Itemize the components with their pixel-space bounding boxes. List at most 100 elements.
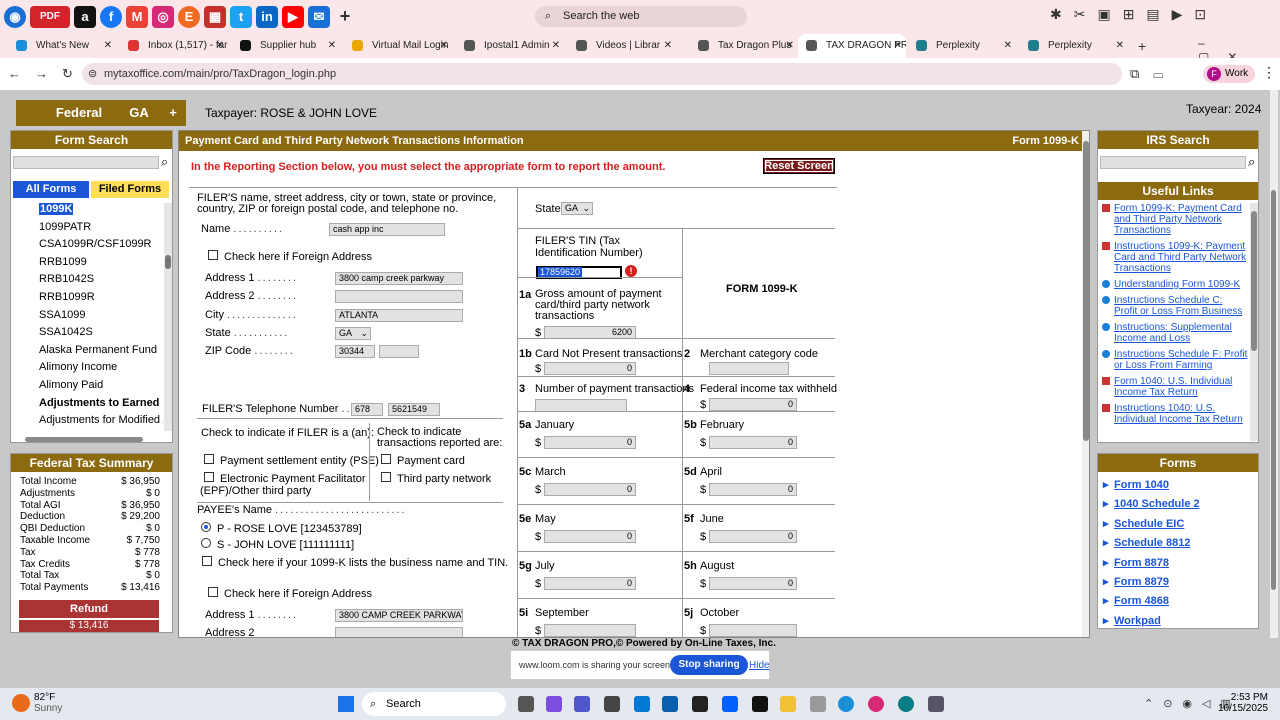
form-list-item[interactable]: 1099PATR: [11, 219, 163, 237]
app-icon[interactable]: [898, 696, 914, 712]
search-web-box[interactable]: ⌕ Search the web: [535, 6, 747, 27]
month-amount-input[interactable]: 0: [544, 530, 636, 543]
close-icon[interactable]: ✕: [664, 34, 672, 58]
add-state-button[interactable]: +: [160, 100, 186, 126]
form-list-item[interactable]: Alimony Paid: [11, 377, 163, 395]
third-party-network-checkbox[interactable]: [381, 472, 391, 482]
taskbar-search[interactable]: ⌕ Search: [362, 692, 506, 716]
browser-tab[interactable]: Supplier hub ✕: [232, 34, 340, 58]
search-icon[interactable]: ⌕: [161, 154, 168, 170]
useful-link[interactable]: Instructions 1099-K: Payment Card and Th…: [1098, 241, 1248, 274]
useful-link[interactable]: Instructions 1040: U.S. Individual Incom…: [1098, 403, 1248, 425]
browser-tab[interactable]: Perplexity ✕: [908, 34, 1016, 58]
month-amount-input[interactable]: 0: [544, 577, 636, 590]
tab-ga[interactable]: GA: [118, 100, 160, 126]
close-icon[interactable]: ✕: [104, 34, 112, 58]
add-bookmark-icon[interactable]: +: [334, 6, 356, 28]
edge-icon[interactable]: [838, 696, 854, 712]
scroll-thumb[interactable]: [1083, 141, 1089, 441]
file-explorer-icon[interactable]: [780, 696, 796, 712]
form-list-item[interactable]: Alaska Permanent Fund: [11, 342, 163, 360]
facebook-icon[interactable]: f: [100, 5, 122, 28]
useful-link[interactable]: Instructions: Supplemental Income and Lo…: [1098, 322, 1248, 344]
close-icon[interactable]: ✕: [894, 34, 902, 58]
filer-zip-input[interactable]: 30344: [335, 345, 375, 358]
business-name-checkbox[interactable]: [202, 556, 212, 566]
extension-icons[interactable]: ⧉▭: [1130, 66, 1177, 82]
phone-number-input[interactable]: 5621549: [388, 403, 440, 416]
weather-widget[interactable]: 82°F Sunny: [34, 692, 62, 714]
box1b-input[interactable]: 0: [544, 362, 636, 375]
close-icon[interactable]: ✕: [786, 34, 794, 58]
close-icon[interactable]: ✕: [440, 34, 448, 58]
browser-tab[interactable]: Tax Dragon Plus ✕: [690, 34, 798, 58]
browser-tab[interactable]: Perplexity ✕: [1020, 34, 1128, 58]
clock[interactable]: 2:53 PM 10/15/2025: [1218, 692, 1268, 714]
amazon-icon[interactable]: [752, 696, 768, 712]
payment-card-checkbox[interactable]: [381, 454, 391, 464]
scroll-thumb[interactable]: [1251, 211, 1257, 351]
gmail-icon[interactable]: M: [126, 5, 148, 28]
form-list-item[interactable]: Adjustments to Earned In: [11, 395, 163, 413]
search-icon[interactable]: ⌕: [1248, 154, 1255, 170]
bookmark-icon[interactable]: ▦: [204, 5, 226, 28]
outlook-icon[interactable]: [634, 696, 650, 712]
form-search-input[interactable]: [13, 156, 159, 169]
tab-all-forms[interactable]: All Forms: [13, 181, 89, 198]
hide-link[interactable]: Hide: [749, 660, 770, 671]
stop-sharing-button[interactable]: Stop sharing: [670, 655, 748, 675]
form-list-item[interactable]: SSA1099: [11, 307, 163, 325]
linkedin-icon[interactable]: in: [256, 5, 278, 28]
month-amount-input[interactable]: [709, 624, 797, 637]
form-list-item[interactable]: Adjustments to Interest: [11, 430, 163, 433]
filer-state-select[interactable]: GA ⌄: [335, 327, 371, 340]
browser-icon[interactable]: [868, 696, 884, 712]
teams-icon[interactable]: [574, 696, 590, 712]
filer-city-input[interactable]: ATLANTA: [335, 309, 463, 322]
reset-screen-button[interactable]: Reset Screen: [763, 158, 835, 174]
close-icon[interactable]: ✕: [328, 34, 336, 58]
links-scrollbar[interactable]: [1250, 203, 1258, 441]
close-icon[interactable]: ✕: [1116, 34, 1124, 58]
browser-tab[interactable]: Virtual Mail Login ✕: [344, 34, 452, 58]
scroll-thumb[interactable]: [1271, 190, 1276, 590]
forms-link[interactable]: Form 4868: [1098, 592, 1258, 612]
filer-address2-input[interactable]: [335, 290, 463, 303]
form-list-item[interactable]: RRB1099R: [11, 289, 163, 307]
tab-filed-forms[interactable]: Filed Forms: [91, 181, 169, 198]
useful-link[interactable]: Understanding Form 1099-K: [1098, 279, 1248, 290]
close-icon[interactable]: ✕: [1004, 34, 1012, 58]
form-list-item[interactable]: RRB1099: [11, 254, 163, 272]
browser-tab[interactable]: What's New ✕: [8, 34, 116, 58]
useful-link[interactable]: Instructions Schedule F: Profit or Loss …: [1098, 349, 1248, 371]
toolbar-icons[interactable]: ✱✂▣⊞▤▶⊡: [1050, 6, 1218, 23]
instagram-icon[interactable]: ◎: [152, 5, 174, 28]
weather-icon[interactable]: [12, 694, 30, 712]
payee-spouse-radio[interactable]: [201, 538, 211, 548]
dropbox-icon[interactable]: [722, 696, 738, 712]
form-list-scrollbar[interactable]: [164, 203, 172, 431]
error-icon[interactable]: !: [625, 265, 637, 277]
form-list-item[interactable]: Alimony Income: [11, 359, 163, 377]
menu-icon[interactable]: ⋮: [1262, 64, 1276, 81]
settings-icon[interactable]: [928, 696, 944, 712]
month-amount-input[interactable]: 0: [544, 436, 636, 449]
nav-icons[interactable]: ←→↻: [8, 66, 87, 82]
browser-tab[interactable]: TAX DRAGON PRO✕: [798, 34, 906, 58]
month-amount-input[interactable]: 0: [709, 530, 797, 543]
form-list-item[interactable]: Adjustments for Modified Ac: [11, 412, 163, 430]
payee-address1-input[interactable]: 3800 CAMP CREEK PARKWAY: [335, 609, 463, 622]
month-amount-input[interactable]: 0: [544, 483, 636, 496]
irs-search-input[interactable]: [1100, 156, 1246, 169]
edge-icon[interactable]: ◉: [4, 5, 26, 28]
close-icon[interactable]: ✕: [216, 34, 224, 58]
etsy-icon[interactable]: E: [178, 5, 200, 28]
form-list-item[interactable]: SSA1042S: [11, 324, 163, 342]
url-field[interactable]: ⊜ mytaxoffice.com/main/pro/TaxDragon_logi…: [82, 63, 1122, 85]
box4-input[interactable]: 0: [709, 398, 797, 411]
youtube-icon[interactable]: ▶: [282, 5, 304, 28]
month-amount-input[interactable]: 0: [709, 436, 797, 449]
store-icon[interactable]: [604, 696, 620, 712]
form-list-item[interactable]: 1099K: [11, 201, 163, 219]
filer-name-input[interactable]: cash app inc: [329, 223, 445, 236]
